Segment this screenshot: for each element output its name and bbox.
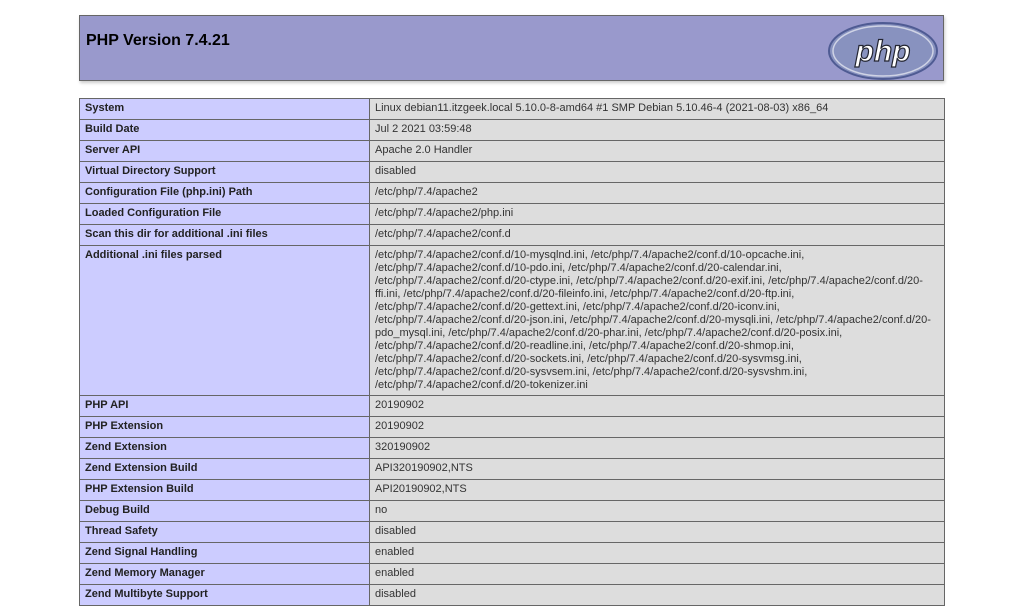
table-row: Configuration File (php.ini) Path/etc/ph…	[79, 182, 945, 204]
row-key: Virtual Directory Support	[79, 161, 370, 183]
row-value: API320190902,NTS	[369, 458, 945, 480]
row-value: /etc/php/7.4/apache2/conf.d	[369, 224, 945, 246]
row-key: Server API	[79, 140, 370, 162]
row-key: PHP API	[79, 395, 370, 417]
table-row: Virtual Directory Support disabled	[79, 161, 945, 183]
table-row: Zend Extension Build API320190902,NTS	[79, 458, 945, 480]
table-row: Build Date Jul 2 2021 03:59:48	[79, 119, 945, 141]
row-key: Zend Signal Handling	[79, 542, 370, 564]
table-row: Zend Extension 320190902	[79, 437, 945, 459]
table-row: Server API Apache 2.0 Handler	[79, 140, 945, 162]
row-value: Jul 2 2021 03:59:48	[369, 119, 945, 141]
row-value: /etc/php/7.4/apache2/php.ini	[369, 203, 945, 225]
row-value: /etc/php/7.4/apache2/conf.d/10-mysqlnd.i…	[369, 245, 945, 396]
row-value: Apache 2.0 Handler	[369, 140, 945, 162]
php-logo-icon: php	[828, 22, 938, 80]
row-value: enabled	[369, 542, 945, 564]
table-row: Debug Build no	[79, 500, 945, 522]
row-key: Zend Extension Build	[79, 458, 370, 480]
row-value: no	[369, 500, 945, 522]
row-key: PHP Extension	[79, 416, 370, 438]
row-value: 20190902	[369, 395, 945, 417]
table-row: PHP API 20190902	[79, 395, 945, 417]
row-key: Zend Extension	[79, 437, 370, 459]
php-version-header: PHP Version 7.4.21 php	[79, 15, 944, 81]
row-key: Additional .ini files parsed	[79, 245, 370, 396]
table-row: Scan this dir for additional .ini files /…	[79, 224, 945, 246]
table-row: Zend Signal Handling enabled	[79, 542, 945, 564]
row-value: disabled	[369, 584, 945, 606]
table-row: Zend Multibyte Support disabled	[79, 584, 945, 606]
row-key: Configuration File (php.ini) Path	[79, 182, 370, 204]
table-row: PHP Extension 20190902	[79, 416, 945, 438]
row-key: Debug Build	[79, 500, 370, 522]
row-value: 320190902	[369, 437, 945, 459]
row-value: Linux debian11.itzgeek.local 5.10.0-8-am…	[369, 98, 945, 120]
php-info-table: System Linux debian11.itzgeek.local 5.10.…	[79, 98, 945, 606]
row-key: Thread Safety	[79, 521, 370, 543]
table-row: Zend Memory Manager enabled	[79, 563, 945, 585]
page-title: PHP Version 7.4.21	[86, 32, 230, 49]
table-row: System Linux debian11.itzgeek.local 5.10.…	[79, 98, 945, 120]
table-row: Loaded Configuration File/etc/php/7.4/ap…	[79, 203, 945, 225]
row-value: disabled	[369, 161, 945, 183]
row-key: Scan this dir for additional .ini files	[79, 224, 370, 246]
row-key: Loaded Configuration File	[79, 203, 370, 225]
row-value: API20190902,NTS	[369, 479, 945, 501]
row-key: Build Date	[79, 119, 370, 141]
table-row: PHP Extension Build API20190902,NTS	[79, 479, 945, 501]
row-value: /etc/php/7.4/apache2	[369, 182, 945, 204]
table-row: Thread Safety disabled	[79, 521, 945, 543]
row-value: enabled	[369, 563, 945, 585]
row-value: 20190902	[369, 416, 945, 438]
php-logo-text: php	[855, 35, 911, 68]
php-info-table-body: System Linux debian11.itzgeek.local 5.10.…	[79, 98, 945, 606]
row-key: Zend Memory Manager	[79, 563, 370, 585]
table-row: Additional .ini files parsed/etc/php/7.4…	[79, 245, 945, 396]
row-key: PHP Extension Build	[79, 479, 370, 501]
row-key: Zend Multibyte Support	[79, 584, 370, 606]
row-value: disabled	[369, 521, 945, 543]
row-key: System	[79, 98, 370, 120]
